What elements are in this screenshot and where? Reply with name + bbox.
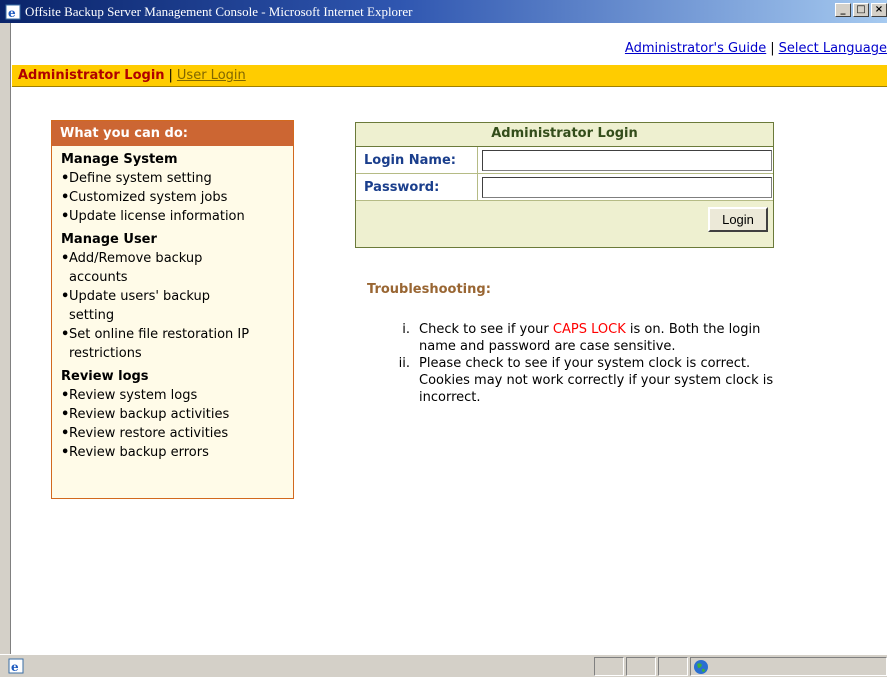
login-name-row: Login Name: [356, 147, 773, 174]
nav-bar: Administrator Login | User Login [12, 65, 887, 87]
bullet-icon: • [61, 426, 70, 441]
troubleshooting-list: i. Check to see if your CAPS LOCK is on.… [383, 321, 783, 406]
password-row: Password: [356, 174, 773, 201]
list-item: • Set online file restoration IP restrict… [61, 325, 293, 363]
bullet-icon: • [61, 190, 70, 205]
login-panel-title: Administrator Login [356, 123, 773, 147]
login-name-label: Login Name: [356, 147, 478, 173]
list-item: • Update users' backup setting [61, 287, 293, 325]
section-title: Manage User [61, 232, 157, 247]
caps-lock-highlight: CAPS LOCK [552, 322, 626, 337]
bullet-icon: • [61, 171, 70, 186]
bullet-icon: • [61, 289, 70, 304]
troubleshooting-item-1: Check to see if your CAPS LOCK is on. Bo… [419, 321, 779, 355]
list-item: • Review system logs [61, 386, 293, 405]
svg-text:e: e [8, 6, 16, 20]
list-item-text: Define system setting [69, 171, 212, 186]
window-left-border [0, 23, 11, 654]
list-item-text: Customized system jobs [69, 190, 228, 205]
list-item: i. Check to see if your CAPS LOCK is on.… [383, 321, 783, 355]
list-item-text: Review backup activities [69, 407, 230, 422]
page-content: Administrator's Guide | Select Language Ad… [12, 23, 887, 654]
select-language-link[interactable]: Select Language [779, 41, 887, 56]
troubleshooting-item-2: Please check to see if your system clock… [419, 356, 774, 405]
caps-lock-text-before: Check to see if your [419, 322, 553, 337]
list-item: • Review backup activities [61, 405, 293, 424]
login-panel-footer: Login [356, 201, 773, 241]
list-item: • Add/Remove backup accounts [61, 249, 293, 287]
user-login-link[interactable]: User Login [177, 68, 246, 83]
list-item: • Customized system jobs [61, 188, 293, 207]
list-item-text: Review restore activities [69, 426, 229, 441]
password-label: Password: [356, 174, 478, 200]
troubleshooting-heading: Troubleshooting: [367, 282, 491, 297]
list-item-text: Set online file restoration IP restricti… [69, 327, 250, 361]
list-item-text: Review backup errors [69, 445, 209, 460]
list-number: ii. [398, 356, 410, 371]
what-you-can-do-title: What you can do: [52, 121, 293, 146]
login-button[interactable]: Login [708, 207, 768, 232]
bullet-icon: • [61, 388, 70, 403]
administrators-guide-link[interactable]: Administrator's Guide [625, 41, 766, 56]
ie-page-icon: e [8, 658, 24, 674]
top-links-separator: | [770, 41, 775, 56]
list-item: • Review backup errors [61, 443, 293, 462]
bullet-icon: • [61, 251, 70, 266]
bullet-icon: • [61, 445, 70, 460]
section-title: Manage System [61, 152, 178, 167]
administrator-login-panel: Administrator Login Login Name: Password… [355, 122, 774, 248]
window-controls: _ □ × [835, 3, 887, 17]
bullet-icon: • [61, 327, 70, 342]
window-title: Offsite Backup Server Management Console… [25, 3, 413, 19]
what-you-can-do-panel: What you can do: Manage System • Define s… [51, 120, 294, 499]
globe-icon [693, 659, 709, 675]
minimize-button[interactable]: _ [835, 3, 851, 17]
svg-text:e: e [11, 660, 19, 674]
list-item: • Define system setting [61, 169, 293, 188]
list-item: ii. Please check to see if your system c… [383, 355, 783, 406]
maximize-button[interactable]: □ [853, 3, 869, 17]
list-item-text: Update license information [69, 209, 245, 224]
status-cell [626, 657, 656, 676]
close-button[interactable]: × [871, 3, 887, 17]
login-name-input[interactable] [482, 149, 772, 171]
section-title: Review logs [61, 369, 149, 384]
ie-icon: e [5, 4, 21, 20]
status-cell [658, 657, 688, 676]
status-cell [594, 657, 624, 676]
status-zone [690, 657, 887, 676]
nav-separator: | [168, 68, 173, 83]
bullet-icon: • [61, 407, 70, 422]
list-item-text: Review system logs [69, 388, 198, 403]
status-bar: e [0, 654, 887, 677]
top-links: Administrator's Guide | Select Language [625, 41, 887, 61]
list-item: • Review restore activities [61, 424, 293, 443]
list-item-text: Update users' backup setting [69, 289, 211, 323]
password-input[interactable] [482, 176, 772, 198]
list-number: i. [402, 322, 410, 337]
nav-administrator-login: Administrator Login [18, 68, 165, 83]
list-item-text: Add/Remove backup accounts [69, 251, 203, 285]
window-titlebar[interactable]: e Offsite Backup Server Management Conso… [0, 0, 887, 23]
bullet-icon: • [61, 209, 70, 224]
list-item: • Update license information [61, 207, 293, 226]
